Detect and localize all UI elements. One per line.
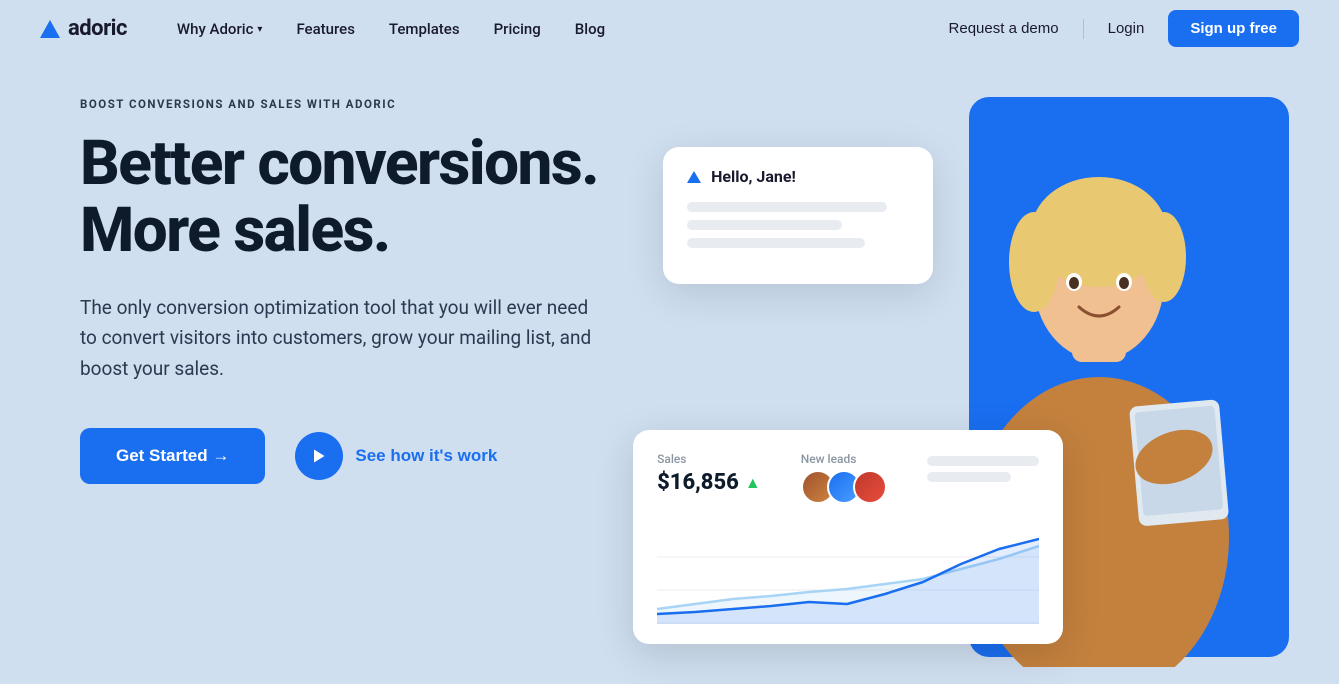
hero-left: Boost conversions and sales with Adoric … [80, 87, 693, 684]
sales-value: $16,856 ▲ [657, 470, 761, 495]
navbar: adoric Why Adoric ▾ Features Templates P… [0, 0, 1339, 57]
hero-buttons: Get Started → See how it's work [80, 428, 693, 484]
nav-pricing[interactable]: Pricing [480, 12, 555, 46]
nav-blog[interactable]: Blog [561, 12, 619, 46]
nav-links: Why Adoric ▾ Features Templates Pricing … [163, 12, 935, 46]
sales-stat: Sales $16,856 ▲ [657, 452, 761, 495]
nav-divider [1083, 19, 1084, 39]
hero-right: Hello, Jane! Sales $16,856 ▲ New leads [693, 87, 1259, 684]
request-demo-button[interactable]: Request a demo [935, 12, 1073, 45]
chevron-down-icon: ▾ [257, 24, 262, 35]
brand-logo[interactable]: adoric [40, 16, 127, 41]
leads-avatars [801, 470, 887, 504]
dashboard-stats-top: Sales $16,856 ▲ New leads [657, 452, 1039, 504]
avatar-group [801, 470, 887, 504]
brand-name: adoric [68, 16, 127, 41]
line-chart [657, 524, 1039, 624]
hero-title: Better conversions. More sales. [80, 131, 693, 265]
dashboard-stats-card: Sales $16,856 ▲ New leads [633, 430, 1063, 644]
hello-popup-card: Hello, Jane! [663, 147, 933, 284]
get-started-button[interactable]: Get Started → [80, 428, 265, 484]
play-icon [295, 432, 343, 480]
card-hello-line-2 [687, 220, 842, 230]
trend-up-icon: ▲ [745, 473, 761, 493]
chart-svg [657, 524, 1039, 624]
how-it-works-button[interactable]: See how it's work [295, 432, 497, 480]
hero-section: Boost conversions and sales with Adoric … [0, 57, 1339, 684]
signup-button[interactable]: Sign up free [1168, 10, 1299, 47]
leads-stat: New leads [801, 452, 887, 504]
card-hello-line-3 [687, 238, 865, 248]
nav-templates[interactable]: Templates [375, 12, 474, 46]
card-hello-line-1 [687, 202, 887, 212]
logo-triangle-icon [40, 20, 60, 38]
login-button[interactable]: Login [1094, 12, 1159, 45]
nav-features[interactable]: Features [282, 12, 368, 46]
avatar-3 [853, 470, 887, 504]
nav-right: Request a demo Login Sign up free [935, 10, 1299, 47]
adoric-mini-logo-icon [687, 171, 701, 183]
card-hello-header: Hello, Jane! [687, 167, 909, 186]
bar-line-1 [927, 456, 1039, 466]
stat-bar-placeholder [927, 452, 1039, 482]
card-hello-greeting: Hello, Jane! [711, 167, 796, 186]
bar-line-2 [927, 472, 1011, 482]
hero-subtitle: The only conversion optimization tool th… [80, 293, 600, 384]
leads-label: New leads [801, 452, 887, 466]
hero-eyebrow: Boost conversions and sales with Adoric [80, 97, 693, 111]
sales-label: Sales [657, 452, 761, 466]
nav-why-adoric[interactable]: Why Adoric ▾ [163, 12, 277, 46]
